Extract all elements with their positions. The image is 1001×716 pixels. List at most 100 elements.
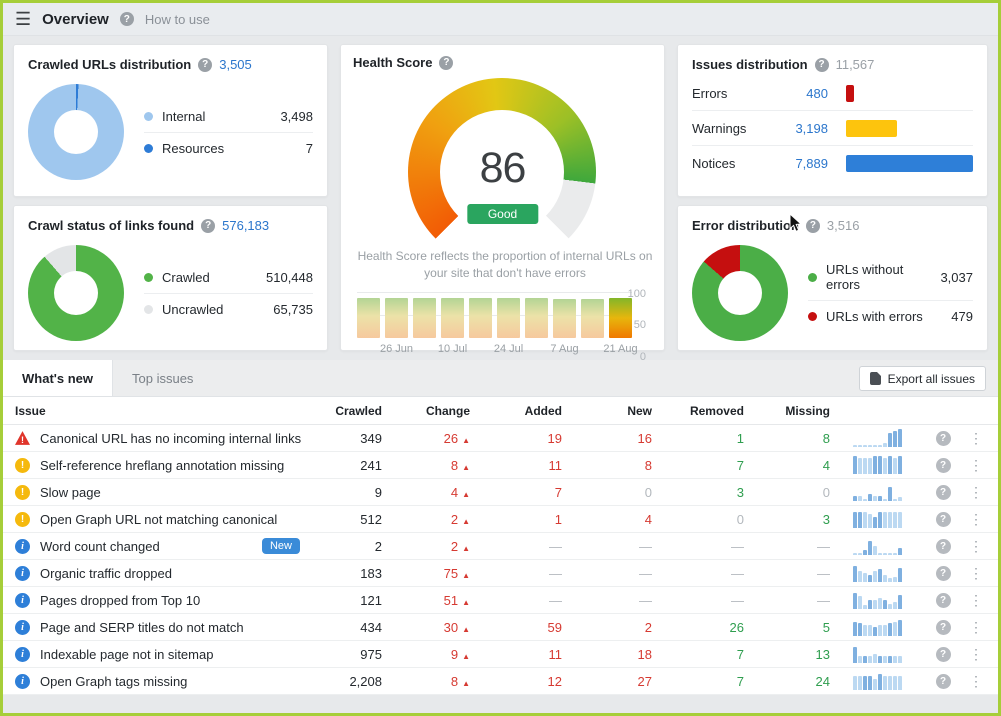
help-icon[interactable]: ? xyxy=(120,12,134,26)
history-bar[interactable] xyxy=(385,298,408,338)
issue-help-icon[interactable]: ? xyxy=(936,458,951,473)
donut-section: Crawled510,448Uncrawled65,735 xyxy=(28,245,313,341)
kebab-menu-icon[interactable]: ⋮ xyxy=(969,457,983,473)
trend-sparkline xyxy=(853,537,916,555)
issue-help-icon[interactable]: ? xyxy=(936,647,951,662)
history-bar[interactable] xyxy=(497,298,520,338)
issue-help-icon[interactable]: ? xyxy=(936,620,951,635)
sparkline-bar xyxy=(858,496,862,501)
help-icon[interactable]: ? xyxy=(439,56,453,70)
history-bar[interactable] xyxy=(609,298,632,338)
removed-cell: 7 xyxy=(652,647,744,662)
dashboard: Crawled URLs distribution ? 3,505 Intern… xyxy=(3,36,998,360)
help-cell: ? xyxy=(920,566,966,581)
issue-help-icon[interactable]: ? xyxy=(936,674,951,689)
sparkline-bar xyxy=(893,512,897,528)
issue-type-label: Warnings xyxy=(692,121,784,136)
history-bar[interactable] xyxy=(357,298,380,338)
kebab-menu-icon[interactable]: ⋮ xyxy=(969,484,983,500)
crawled-urls-card: Crawled URLs distribution ? 3,505 Intern… xyxy=(13,44,328,197)
sparkline-bar xyxy=(873,600,877,609)
kebab-menu-icon[interactable]: ⋮ xyxy=(969,538,983,554)
sparkline-bar xyxy=(893,431,897,447)
issue-name-link[interactable]: Pages dropped from Top 10 xyxy=(40,593,200,608)
column-header-change[interactable]: Change xyxy=(382,404,470,418)
tab-top-issues[interactable]: Top issues xyxy=(113,360,212,396)
issue-cell: !Canonical URL has no incoming internal … xyxy=(15,431,316,446)
history-bar[interactable] xyxy=(441,298,464,338)
legend-dot xyxy=(808,273,817,282)
change-value: 2 xyxy=(451,512,458,527)
column-header-crawled[interactable]: Crawled xyxy=(316,404,382,418)
change-up-arrow-icon: ▲ xyxy=(462,544,470,553)
sparkline-bar xyxy=(868,445,872,447)
history-bar[interactable] xyxy=(525,298,548,338)
help-icon[interactable]: ? xyxy=(198,58,212,72)
issue-name-link[interactable]: Indexable page not in sitemap xyxy=(40,647,213,662)
issue-type-count-link[interactable]: 7,889 xyxy=(784,156,846,171)
kebab-menu-icon[interactable]: ⋮ xyxy=(969,646,983,662)
crawl-status-total-link[interactable]: 576,183 xyxy=(222,218,269,233)
export-all-issues-button[interactable]: Export all issues xyxy=(859,366,986,391)
issue-name-link[interactable]: Word count changed xyxy=(40,539,160,554)
help-cell: ? xyxy=(920,539,966,554)
trend-sparkline xyxy=(853,510,916,528)
history-bar[interactable] xyxy=(553,299,576,338)
issue-help-icon[interactable]: ? xyxy=(936,431,951,446)
history-bar[interactable] xyxy=(413,298,436,338)
issue-name-link[interactable]: Organic traffic dropped xyxy=(40,566,172,581)
issue-help-icon[interactable]: ? xyxy=(936,593,951,608)
issue-help-icon[interactable]: ? xyxy=(936,566,951,581)
sparkline-bar xyxy=(898,656,902,663)
help-icon[interactable]: ? xyxy=(201,219,215,233)
history-bar[interactable] xyxy=(469,298,492,338)
removed-cell: 7 xyxy=(652,674,744,689)
issue-name-link[interactable]: Slow page xyxy=(40,485,101,500)
crawled-urls-total-link[interactable]: 3,505 xyxy=(219,57,252,72)
issue-help-icon[interactable]: ? xyxy=(936,539,951,554)
sparkline-bar xyxy=(883,625,887,636)
column-header-issue[interactable]: Issue xyxy=(15,404,316,418)
health-score-history-chart: 26 Jun10 Jul24 Jul7 Aug21 Aug 100500 xyxy=(353,292,652,355)
table-row: !Canonical URL has no incoming internal … xyxy=(3,425,998,452)
table-row: iPages dropped from Top 1012151▲————?⋮ xyxy=(3,587,998,614)
issue-name-link[interactable]: Canonical URL has no incoming internal l… xyxy=(40,431,301,446)
tab-whats-new[interactable]: What's new xyxy=(3,360,113,396)
kebab-menu-icon[interactable]: ⋮ xyxy=(969,673,983,689)
issue-name-link[interactable]: Page and SERP titles do not match xyxy=(40,620,244,635)
sparkline-bar xyxy=(873,627,877,636)
kebab-menu-icon[interactable]: ⋮ xyxy=(969,619,983,635)
column-header-added[interactable]: Added xyxy=(470,404,562,418)
column-header-removed[interactable]: Removed xyxy=(652,404,744,418)
column-header-new[interactable]: New xyxy=(562,404,652,418)
issues-distribution-row: Notices7,889 xyxy=(692,146,973,181)
issue-help-icon[interactable]: ? xyxy=(936,485,951,500)
kebab-menu-icon[interactable]: ⋮ xyxy=(969,592,983,608)
issue-cell: iIndexable page not in sitemap xyxy=(15,647,316,662)
sparkline-bar xyxy=(878,674,882,690)
issue-help-icon[interactable]: ? xyxy=(936,512,951,527)
issue-name-link[interactable]: Open Graph URL not matching canonical xyxy=(40,512,277,527)
kebab-menu-icon[interactable]: ⋮ xyxy=(969,565,983,581)
new-cell: 4 xyxy=(562,512,652,527)
issue-name-link[interactable]: Open Graph tags missing xyxy=(40,674,187,689)
issue-cell: iWord count changedNew xyxy=(15,538,316,554)
issue-type-count-link[interactable]: 480 xyxy=(784,86,846,101)
trend-cell xyxy=(830,618,920,636)
issue-name-link[interactable]: Self-reference hreflang annotation missi… xyxy=(40,458,284,473)
legend-label: URLs without errors xyxy=(826,262,931,292)
help-icon[interactable]: ? xyxy=(806,219,820,233)
sparkline-bar xyxy=(878,496,882,501)
hamburger-menu-icon[interactable]: ☰ xyxy=(15,10,31,28)
issue-type-count-link[interactable]: 3,198 xyxy=(784,121,846,136)
help-icon[interactable]: ? xyxy=(815,58,829,72)
how-to-use-link[interactable]: How to use xyxy=(145,12,210,27)
sparkline-bar xyxy=(873,571,877,582)
crawled-cell: 2 xyxy=(316,539,382,554)
history-bar[interactable] xyxy=(581,299,604,338)
change-cell: 75▲ xyxy=(382,566,470,581)
kebab-menu-icon[interactable]: ⋮ xyxy=(969,511,983,527)
kebab-menu-icon[interactable]: ⋮ xyxy=(969,430,983,446)
card-header: Health Score ? xyxy=(353,55,652,70)
column-header-missing[interactable]: Missing xyxy=(744,404,830,418)
